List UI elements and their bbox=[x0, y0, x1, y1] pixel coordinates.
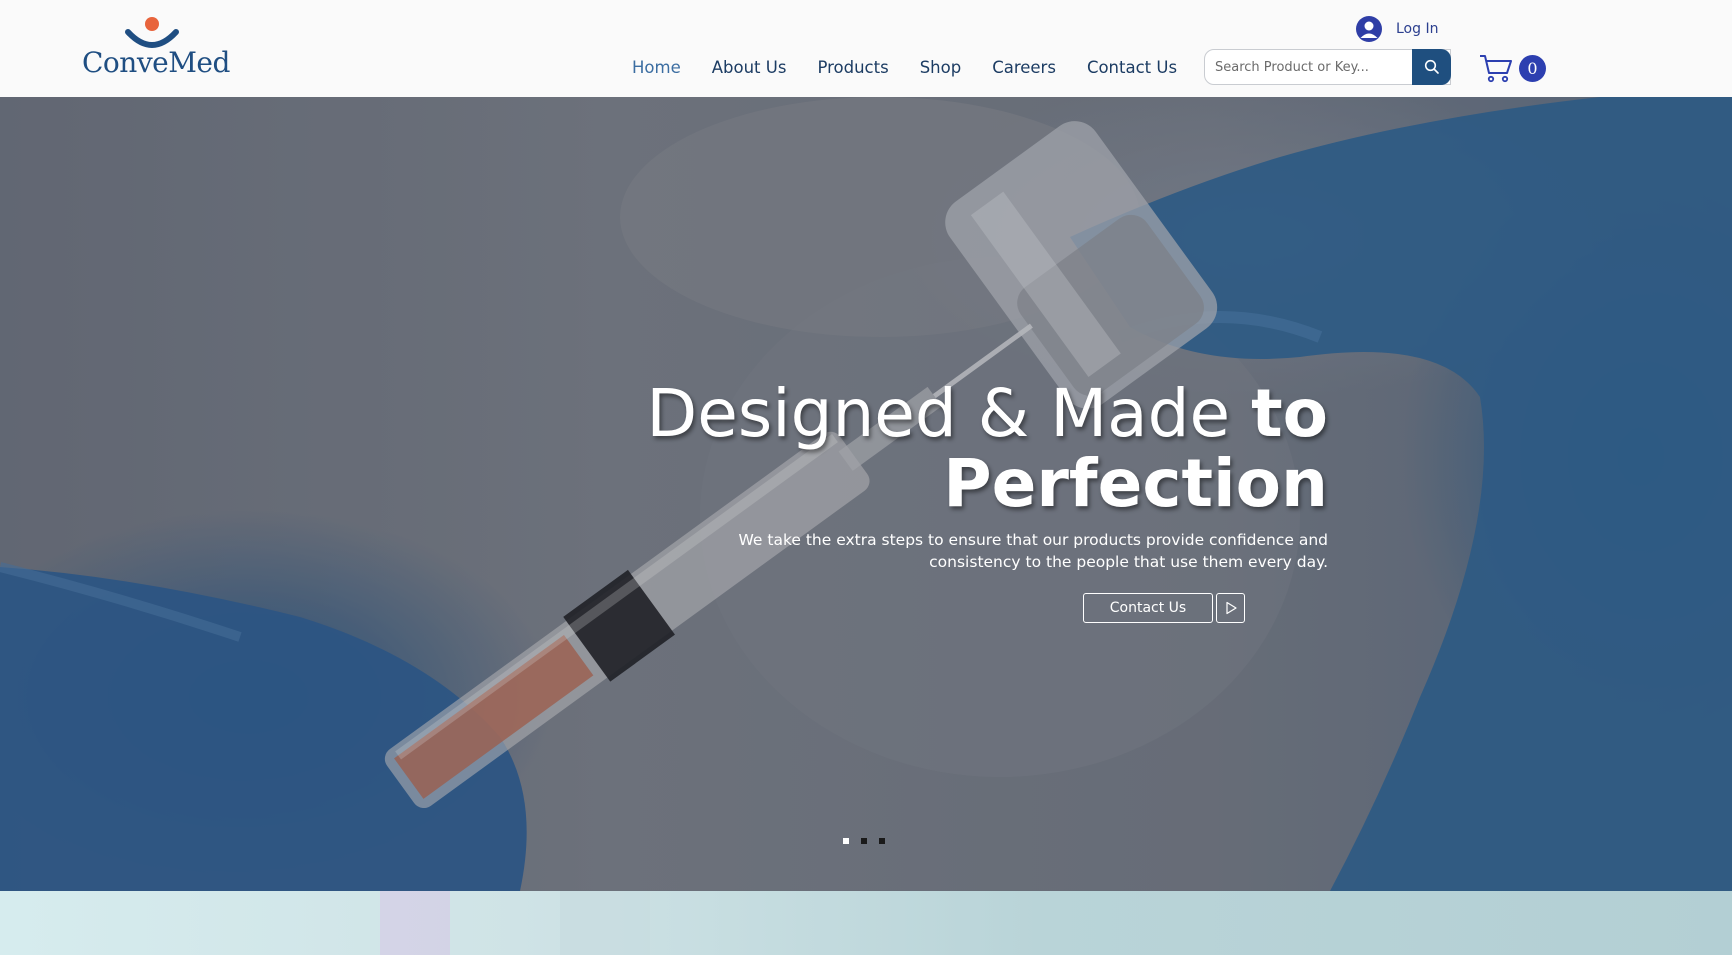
login-label: Log In bbox=[1396, 21, 1439, 37]
slide-dot-3[interactable] bbox=[879, 838, 885, 844]
play-icon bbox=[1225, 601, 1237, 615]
nav-careers[interactable]: Careers bbox=[992, 58, 1056, 77]
brand-logo[interactable]: ConveMed bbox=[82, 16, 230, 80]
next-section-image bbox=[380, 891, 650, 955]
hero-contact-button[interactable]: Contact Us bbox=[1083, 593, 1213, 623]
nav-products[interactable]: Products bbox=[817, 58, 888, 77]
search-icon bbox=[1424, 59, 1439, 74]
hero-title-bold-2: Perfection bbox=[943, 445, 1328, 522]
login-button[interactable]: Log In bbox=[1356, 15, 1438, 43]
nav-contact-us[interactable]: Contact Us bbox=[1087, 58, 1177, 77]
search-input[interactable] bbox=[1215, 50, 1405, 84]
logo-mark-icon bbox=[125, 17, 179, 48]
brand-name: ConveMed bbox=[82, 46, 230, 79]
nav-shop[interactable]: Shop bbox=[920, 58, 962, 77]
search-button[interactable] bbox=[1412, 49, 1451, 85]
shopping-cart-icon bbox=[1480, 55, 1512, 83]
nav-about-us[interactable]: About Us bbox=[712, 58, 787, 77]
user-avatar-icon bbox=[1356, 16, 1382, 42]
hero-subtitle-line-1: We take the extra steps to ensure that o… bbox=[738, 531, 1329, 549]
main-nav: Home About Us Products Shop Careers Cont… bbox=[632, 58, 1208, 77]
slide-dot-1[interactable] bbox=[843, 838, 849, 844]
hero-banner: Designed & Made to Perfection We take th… bbox=[0, 97, 1732, 891]
hero-title: Designed & Made to Perfection bbox=[646, 379, 1328, 519]
hero-subtitle-line-2: consistency to the people that use them … bbox=[929, 553, 1328, 571]
hero-play-button[interactable] bbox=[1216, 593, 1245, 623]
slide-dot-2[interactable] bbox=[861, 838, 867, 844]
hero-title-light: Designed & Made bbox=[646, 375, 1252, 452]
next-section-preview bbox=[0, 891, 1732, 955]
slide-indicators bbox=[843, 838, 885, 844]
cart-count-badge: 0 bbox=[1519, 55, 1546, 82]
cart-button[interactable]: 0 bbox=[1478, 52, 1550, 84]
hero-title-bold-1: to bbox=[1251, 375, 1328, 452]
site-header: ConveMed Home About Us Products Shop Car… bbox=[0, 0, 1732, 97]
hero-subtitle: We take the extra steps to ensure that o… bbox=[728, 529, 1329, 573]
nav-home[interactable]: Home bbox=[632, 58, 681, 77]
